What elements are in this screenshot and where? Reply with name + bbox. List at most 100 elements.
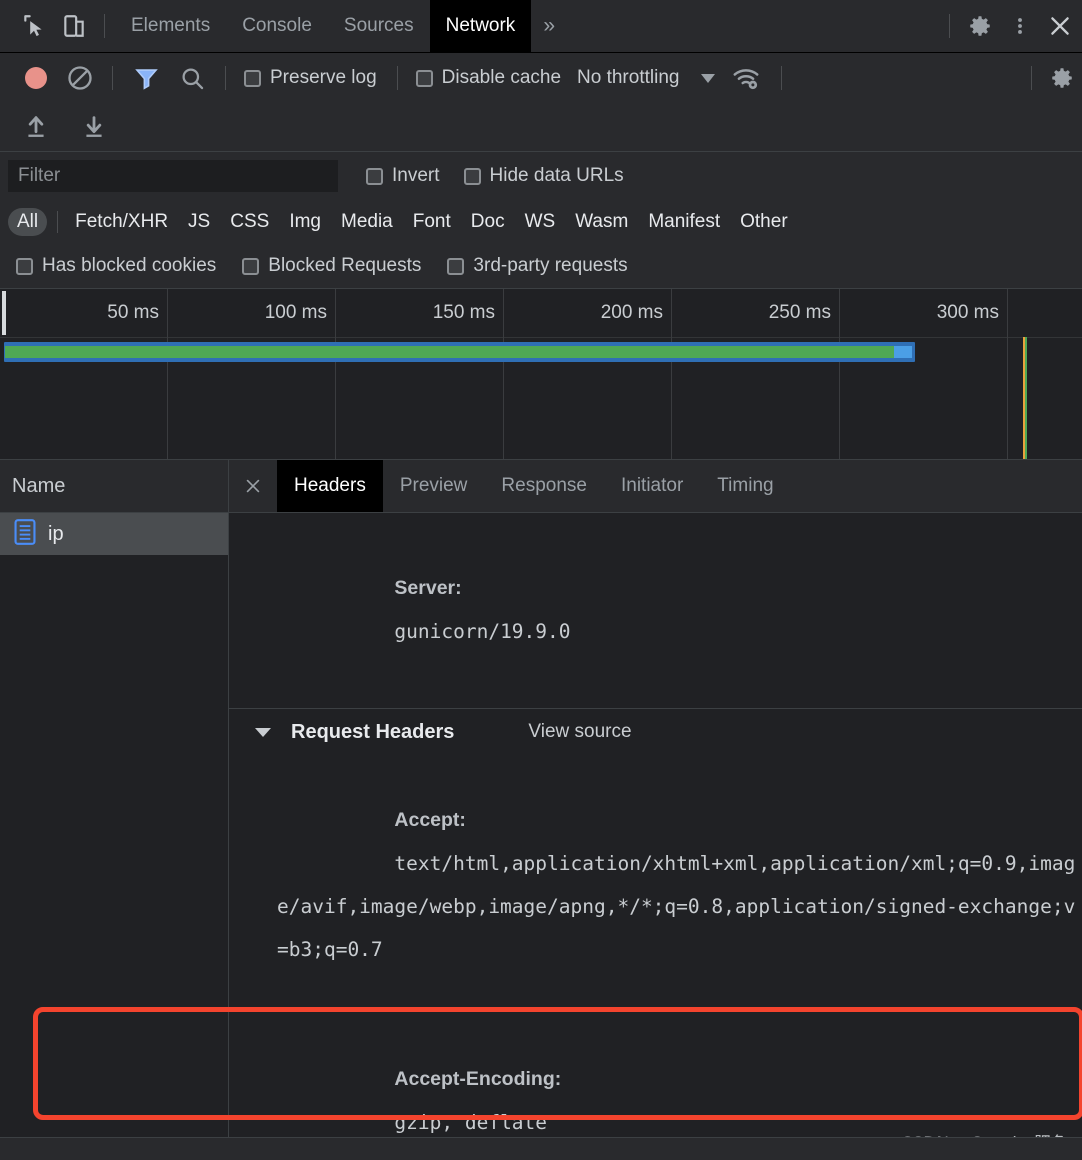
overview-gridline xyxy=(167,289,168,459)
network-lower-panel: Name ip 1 requests 262 B xyxy=(0,460,1082,1160)
invert-box xyxy=(366,167,383,185)
preserve-log-label: Preserve log xyxy=(270,67,377,88)
overview-band-download xyxy=(5,346,894,358)
overview-gridline xyxy=(671,289,672,459)
toolbar-divider-1 xyxy=(112,66,113,90)
hide-data-urls-label: Hide data URLs xyxy=(489,165,624,186)
network-overview-timeline[interactable]: 50 ms 100 ms 150 ms 200 ms 250 ms 300 ms xyxy=(0,289,1082,460)
overview-gridline xyxy=(839,289,840,459)
type-filter-doc[interactable]: Doc xyxy=(462,208,514,236)
invert-checkbox[interactable]: Invert xyxy=(366,159,440,193)
overview-band-waiting xyxy=(894,346,912,358)
tab-preview-label: Preview xyxy=(399,475,468,496)
bottom-status-bar xyxy=(0,1137,1082,1160)
close-icon[interactable] xyxy=(1040,6,1080,46)
dom-content-loaded-marker xyxy=(1025,337,1027,459)
gear-icon[interactable] xyxy=(960,6,1000,46)
throttling-select[interactable]: No throttling xyxy=(577,67,679,89)
column-header-name: Name xyxy=(12,474,66,497)
type-filter-media[interactable]: Media xyxy=(332,208,402,236)
overview-gridline xyxy=(1007,289,1008,459)
header-value: gunicorn/19.9.0 xyxy=(394,620,571,643)
preserve-log-checkbox[interactable]: Preserve log xyxy=(244,61,377,95)
tab-preview[interactable]: Preview xyxy=(383,460,485,512)
tabbar-right-group xyxy=(960,6,1082,46)
type-filter-img[interactable]: Img xyxy=(280,208,330,236)
overview-tick-label: 200 ms xyxy=(600,302,663,323)
requests-column-header[interactable]: Name xyxy=(0,460,228,513)
search-icon[interactable] xyxy=(169,58,215,98)
document-file-icon xyxy=(14,518,36,550)
inspect-cursor-icon[interactable] xyxy=(14,6,54,46)
overview-tick-label: 250 ms xyxy=(768,302,831,323)
more-tabs-button[interactable]: » xyxy=(531,0,567,52)
tab-initiator-label: Initiator xyxy=(620,475,684,496)
type-filter-fetch-xhr[interactable]: Fetch/XHR xyxy=(66,208,177,236)
chevron-down-icon[interactable] xyxy=(255,727,271,737)
overview-tick-label: 50 ms xyxy=(107,302,159,323)
hide-data-urls-checkbox[interactable]: Hide data URLs xyxy=(463,159,624,193)
hide-data-urls-box xyxy=(463,167,481,185)
third-party-requests-checkbox[interactable]: 3rd-party requests xyxy=(447,249,628,283)
disable-cache-label: Disable cache xyxy=(441,67,562,88)
disable-cache-box xyxy=(415,69,433,87)
tab-console[interactable]: Console xyxy=(226,0,328,52)
tab-response-label: Response xyxy=(501,475,587,496)
kebab-menu-icon[interactable] xyxy=(1000,6,1040,46)
clear-icon[interactable] xyxy=(58,58,102,98)
tab-elements[interactable]: Elements xyxy=(115,0,226,52)
type-filter-manifest[interactable]: Manifest xyxy=(639,208,729,236)
tab-sources[interactable]: Sources xyxy=(328,0,430,52)
requests-list: Name ip 1 requests 262 B xyxy=(0,460,229,1160)
header-value: text/html,application/xhtml+xml,applicat… xyxy=(277,852,1076,961)
disable-cache-checkbox[interactable]: Disable cache xyxy=(415,61,562,95)
blocked-requests-label: Blocked Requests xyxy=(268,255,422,276)
close-details-icon[interactable] xyxy=(229,460,277,512)
more-tabs-label: » xyxy=(543,14,555,37)
wifi-settings-icon[interactable] xyxy=(721,58,771,98)
tab-network[interactable]: Network xyxy=(429,0,532,52)
header-row-accept: Accept: text/html,application/xhtml+xml,… xyxy=(229,755,1082,1014)
has-blocked-cookies-label: Has blocked cookies xyxy=(42,255,217,276)
tab-headers-label: Headers xyxy=(294,475,366,496)
import-har-icon[interactable] xyxy=(14,107,58,147)
tab-elements-label: Elements xyxy=(131,15,211,36)
invert-label: Invert xyxy=(392,165,440,186)
tab-response[interactable]: Response xyxy=(484,460,604,512)
request-name: ip xyxy=(48,522,64,545)
network-settings-gear-icon[interactable] xyxy=(1042,58,1082,98)
header-row-server: Server: gunicorn/19.9.0 xyxy=(229,523,1082,696)
type-filter-wasm[interactable]: Wasm xyxy=(566,208,637,236)
chevron-down-icon[interactable] xyxy=(701,73,716,83)
has-blocked-cookies-box xyxy=(16,257,33,275)
tabbar-divider xyxy=(104,14,105,38)
tab-headers[interactable]: Headers xyxy=(277,460,383,512)
filter-row: Invert Hide data URLs xyxy=(0,152,1082,200)
export-har-icon[interactable] xyxy=(72,107,116,147)
type-filter-other[interactable]: Other xyxy=(731,208,797,236)
type-filter-font[interactable]: Font xyxy=(404,208,460,236)
type-filter-divider xyxy=(57,211,59,233)
type-filter-all[interactable]: All xyxy=(8,208,48,236)
header-key: Server: xyxy=(394,577,462,599)
type-filter-js[interactable]: JS xyxy=(179,208,219,236)
tab-timing[interactable]: Timing xyxy=(700,460,790,512)
header-value: gzip, deflate xyxy=(394,1111,548,1134)
header-key: Accept: xyxy=(394,809,466,831)
overview-gridline xyxy=(503,289,504,459)
record-button-icon[interactable] xyxy=(14,58,58,98)
table-row[interactable]: ip xyxy=(0,513,228,555)
network-toolbar: Preserve log Disable cache No throttling xyxy=(0,53,1082,103)
filter-funnel-icon[interactable] xyxy=(123,58,169,98)
overview-tick-label: 150 ms xyxy=(432,302,495,323)
filter-input[interactable] xyxy=(8,160,338,192)
view-source-link[interactable]: View source xyxy=(528,721,631,743)
overview-start-marker xyxy=(2,291,6,335)
tab-initiator[interactable]: Initiator xyxy=(604,460,700,512)
request-headers-section-header[interactable]: Request Headers View source xyxy=(229,709,1082,755)
has-blocked-cookies-checkbox[interactable]: Has blocked cookies xyxy=(16,249,216,283)
type-filter-css[interactable]: CSS xyxy=(221,208,278,236)
type-filter-ws[interactable]: WS xyxy=(516,208,565,236)
blocked-requests-checkbox[interactable]: Blocked Requests xyxy=(242,249,421,283)
device-toolbar-icon[interactable] xyxy=(54,6,94,46)
